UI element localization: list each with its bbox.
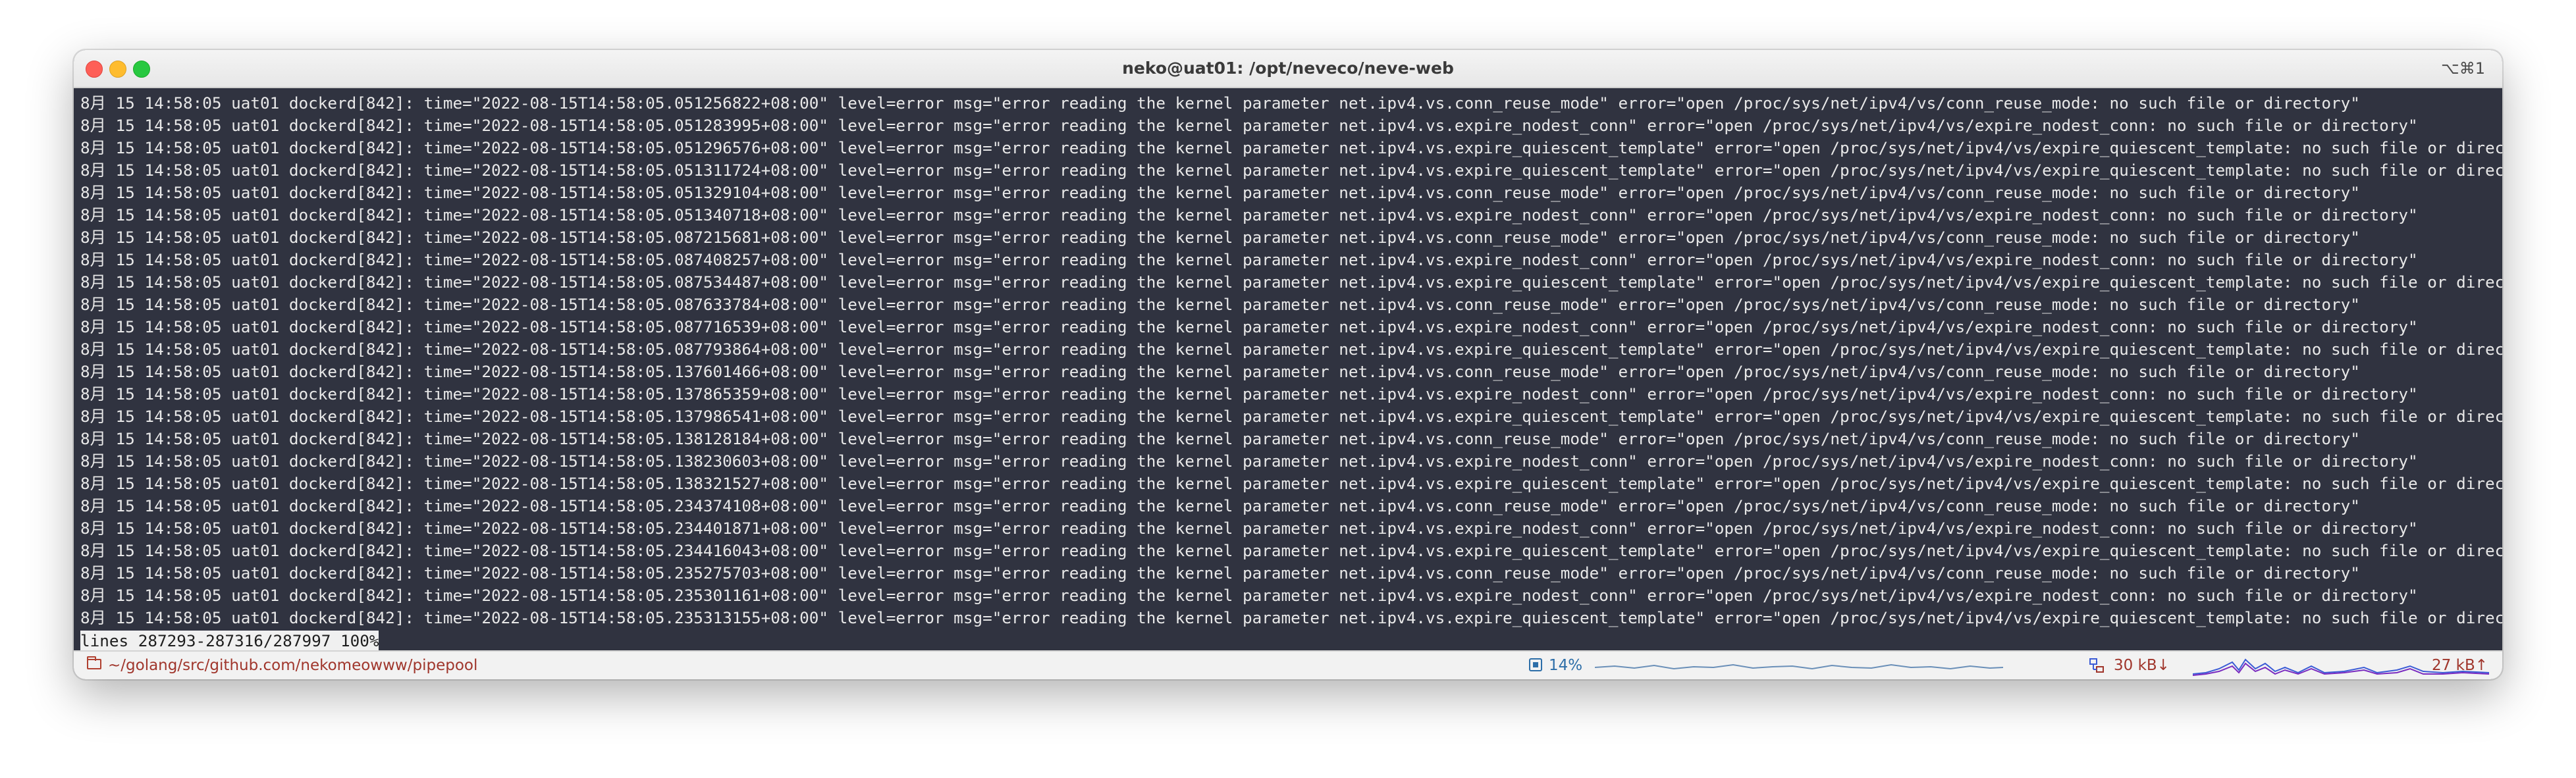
log-line: 8月 15 14:58:05 uat01 dockerd[842]: time=… xyxy=(80,407,2502,426)
log-line: 8月 15 14:58:05 uat01 dockerd[842]: time=… xyxy=(80,541,2502,560)
log-line: 8月 15 14:58:05 uat01 dockerd[842]: time=… xyxy=(80,384,2418,403)
window-title: neko@uat01: /opt/neveco/neve-web xyxy=(1122,59,1454,78)
cpu-usage: 14% xyxy=(1549,657,1583,674)
log-line: 8月 15 14:58:05 uat01 dockerd[842]: time=… xyxy=(80,586,2418,605)
log-line: 8月 15 14:58:05 uat01 dockerd[842]: time=… xyxy=(80,116,2418,135)
folder-icon xyxy=(87,656,101,669)
terminal-window: neko@uat01: /opt/neveco/neve-web ⌥⌘1 8月 … xyxy=(74,50,2502,679)
log-line: 8月 15 14:58:05 uat01 dockerd[842]: time=… xyxy=(80,340,2502,359)
log-line: 8月 15 14:58:05 uat01 dockerd[842]: time=… xyxy=(80,138,2502,157)
log-line: 8月 15 14:58:05 uat01 dockerd[842]: time=… xyxy=(80,250,2418,269)
network-down-rate: 30 kB↓ xyxy=(2114,657,2170,674)
network-icon xyxy=(2089,658,2104,673)
pager-status: lines 287293-287316/287997 100% xyxy=(80,631,379,652)
log-line: 8月 15 14:58:05 uat01 dockerd[842]: time=… xyxy=(80,317,2418,336)
terminal-output[interactable]: 8月 15 14:58:05 uat01 dockerd[842]: time=… xyxy=(74,88,2502,652)
log-line: 8月 15 14:58:05 uat01 dockerd[842]: time=… xyxy=(80,93,2360,113)
log-line: 8月 15 14:58:05 uat01 dockerd[842]: time=… xyxy=(80,205,2418,224)
log-line: 8月 15 14:58:05 uat01 dockerd[842]: time=… xyxy=(80,474,2502,493)
log-line: 8月 15 14:58:05 uat01 dockerd[842]: time=… xyxy=(80,563,2360,583)
log-line: 8月 15 14:58:05 uat01 dockerd[842]: time=… xyxy=(80,452,2418,471)
log-line: 8月 15 14:58:05 uat01 dockerd[842]: time=… xyxy=(80,228,2360,247)
status-bar: ~/golang/src/github.com/nekomeowww/pipep… xyxy=(74,650,2502,679)
log-line: 8月 15 14:58:05 uat01 dockerd[842]: time=… xyxy=(80,429,2360,448)
tab-shortcut: ⌥⌘1 xyxy=(2441,59,2485,78)
log-line: 8月 15 14:58:05 uat01 dockerd[842]: time=… xyxy=(80,496,2360,515)
title-bar[interactable]: neko@uat01: /opt/neveco/neve-web ⌥⌘1 xyxy=(74,50,2502,88)
cpu-icon xyxy=(1529,658,1542,671)
log-line: 8月 15 14:58:05 uat01 dockerd[842]: time=… xyxy=(80,362,2360,381)
log-line: 8月 15 14:58:05 uat01 dockerd[842]: time=… xyxy=(80,272,2502,292)
log-line: 8月 15 14:58:05 uat01 dockerd[842]: time=… xyxy=(80,608,2502,627)
network-up-rate: 27 kB↑ xyxy=(2432,657,2488,674)
log-line: 8月 15 14:58:05 uat01 dockerd[842]: time=… xyxy=(80,295,2360,314)
log-line: 8月 15 14:58:05 uat01 dockerd[842]: time=… xyxy=(80,183,2360,202)
cpu-sparkline xyxy=(1595,663,2003,670)
log-line: 8月 15 14:58:05 uat01 dockerd[842]: time=… xyxy=(80,161,2502,180)
log-line: 8月 15 14:58:05 uat01 dockerd[842]: time=… xyxy=(80,519,2418,538)
current-directory[interactable]: ~/golang/src/github.com/nekomeowww/pipep… xyxy=(108,652,477,679)
